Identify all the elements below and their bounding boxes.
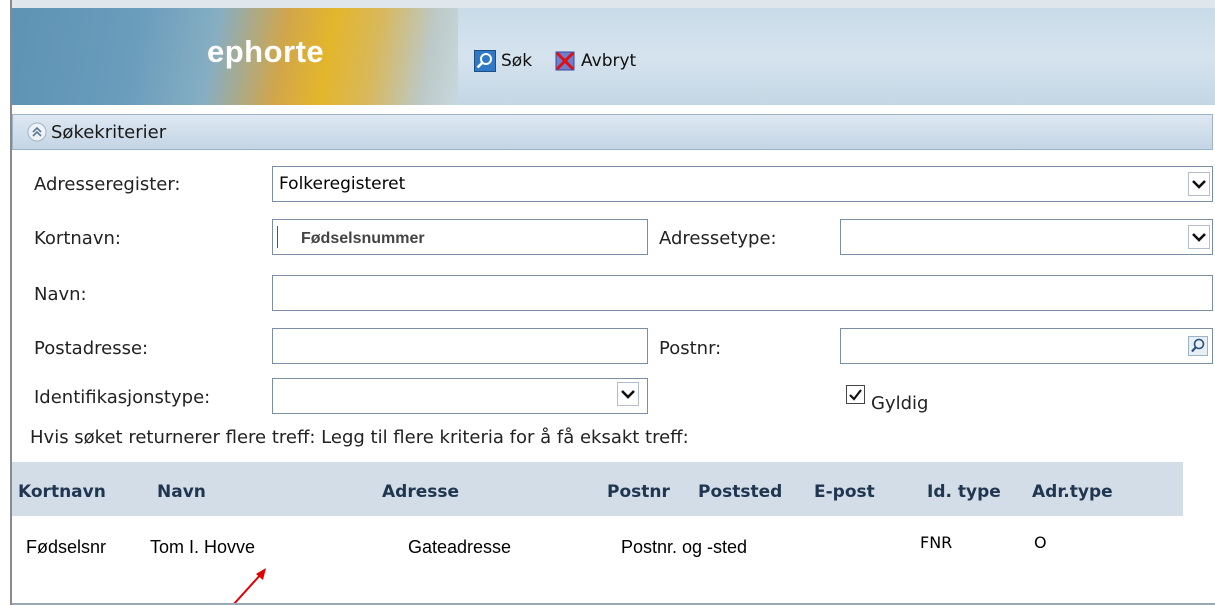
col-navn[interactable]: Navn [157, 482, 206, 502]
adresseregister-value: Folkeregisteret [279, 174, 406, 194]
section-title: Søkekriterier [51, 121, 167, 143]
search-button-label: Søk [501, 51, 533, 71]
navn-label: Navn: [34, 284, 87, 305]
cell-idtype: FNR [920, 533, 953, 552]
identifikasjonstype-label: Identifikasjonstype: [34, 387, 211, 408]
adresseregister-label: Adresseregister: [34, 174, 181, 195]
col-epost[interactable]: E-post [814, 482, 875, 502]
kortnavn-input[interactable]: Fødselsnummer [272, 219, 648, 255]
cell-adresse: Gateadresse [408, 537, 512, 557]
postadresse-label: Postadresse: [34, 338, 149, 359]
cell-navn: Tom I. Hovve [150, 537, 256, 557]
gyldig-label: Gyldig [871, 393, 929, 414]
gyldig-checkbox[interactable] [846, 385, 865, 404]
col-adrtype[interactable]: Adr.type [1032, 482, 1113, 502]
chevron-down-icon[interactable] [1188, 172, 1210, 196]
app-window: ephorte Søk Avbryt Søkekriterier Adresse… [0, 0, 1215, 605]
navn-input[interactable] [272, 275, 1213, 311]
left-border [0, 0, 12, 605]
collapse-icon[interactable] [27, 122, 47, 142]
chevron-down-icon[interactable] [617, 382, 639, 406]
col-postnr[interactable]: Postnr [607, 482, 670, 502]
search-icon [474, 50, 496, 72]
results-table-header: Kortnavn Navn Adresse Postnr Poststed E-… [12, 462, 1183, 516]
cell-adrtype: O [1034, 533, 1047, 552]
magnifier-icon[interactable] [1188, 336, 1208, 356]
toolbar: Søk Avbryt [458, 8, 1215, 105]
identifikasjonstype-select[interactable] [272, 378, 648, 414]
postnr-label: Postnr: [659, 338, 722, 359]
col-adresse[interactable]: Adresse [382, 482, 459, 502]
cancel-icon [554, 50, 576, 72]
table-row[interactable]: Fødselsnr Tom I. Hovve Gateadresse Postn… [12, 517, 855, 567]
search-button[interactable]: Søk [474, 48, 532, 74]
col-idtype[interactable]: Id. type [927, 482, 1001, 502]
cancel-button[interactable]: Avbryt [554, 48, 636, 74]
text-cursor [277, 226, 278, 248]
checkmark-icon [849, 389, 862, 401]
logo-text: ephorte [207, 34, 325, 69]
adresseregister-select[interactable]: Folkeregisteret [272, 166, 1213, 202]
kortnavn-label: Kortnavn: [34, 228, 121, 249]
col-poststed[interactable]: Poststed [698, 482, 782, 502]
app-logo: ephorte [12, 8, 458, 105]
postadresse-input[interactable] [272, 328, 648, 364]
kortnavn-value: Fødselsnummer [301, 230, 425, 247]
adressetype-label: Adressetype: [659, 228, 777, 249]
cell-postnr-poststed: Postnr. og -sted [621, 537, 748, 557]
search-criteria-header[interactable]: Søkekriterier [12, 114, 1213, 150]
chevron-down-icon[interactable] [1188, 225, 1210, 249]
postnr-input[interactable] [840, 328, 1213, 364]
cancel-button-label: Avbryt [581, 51, 637, 71]
adressetype-select[interactable] [840, 219, 1213, 255]
cell-kortnavn: Fødselsnr [26, 537, 107, 557]
search-hint: Hvis søket returnerer flere treff: Legg … [30, 427, 689, 448]
col-kortnavn[interactable]: Kortnavn [18, 482, 106, 502]
